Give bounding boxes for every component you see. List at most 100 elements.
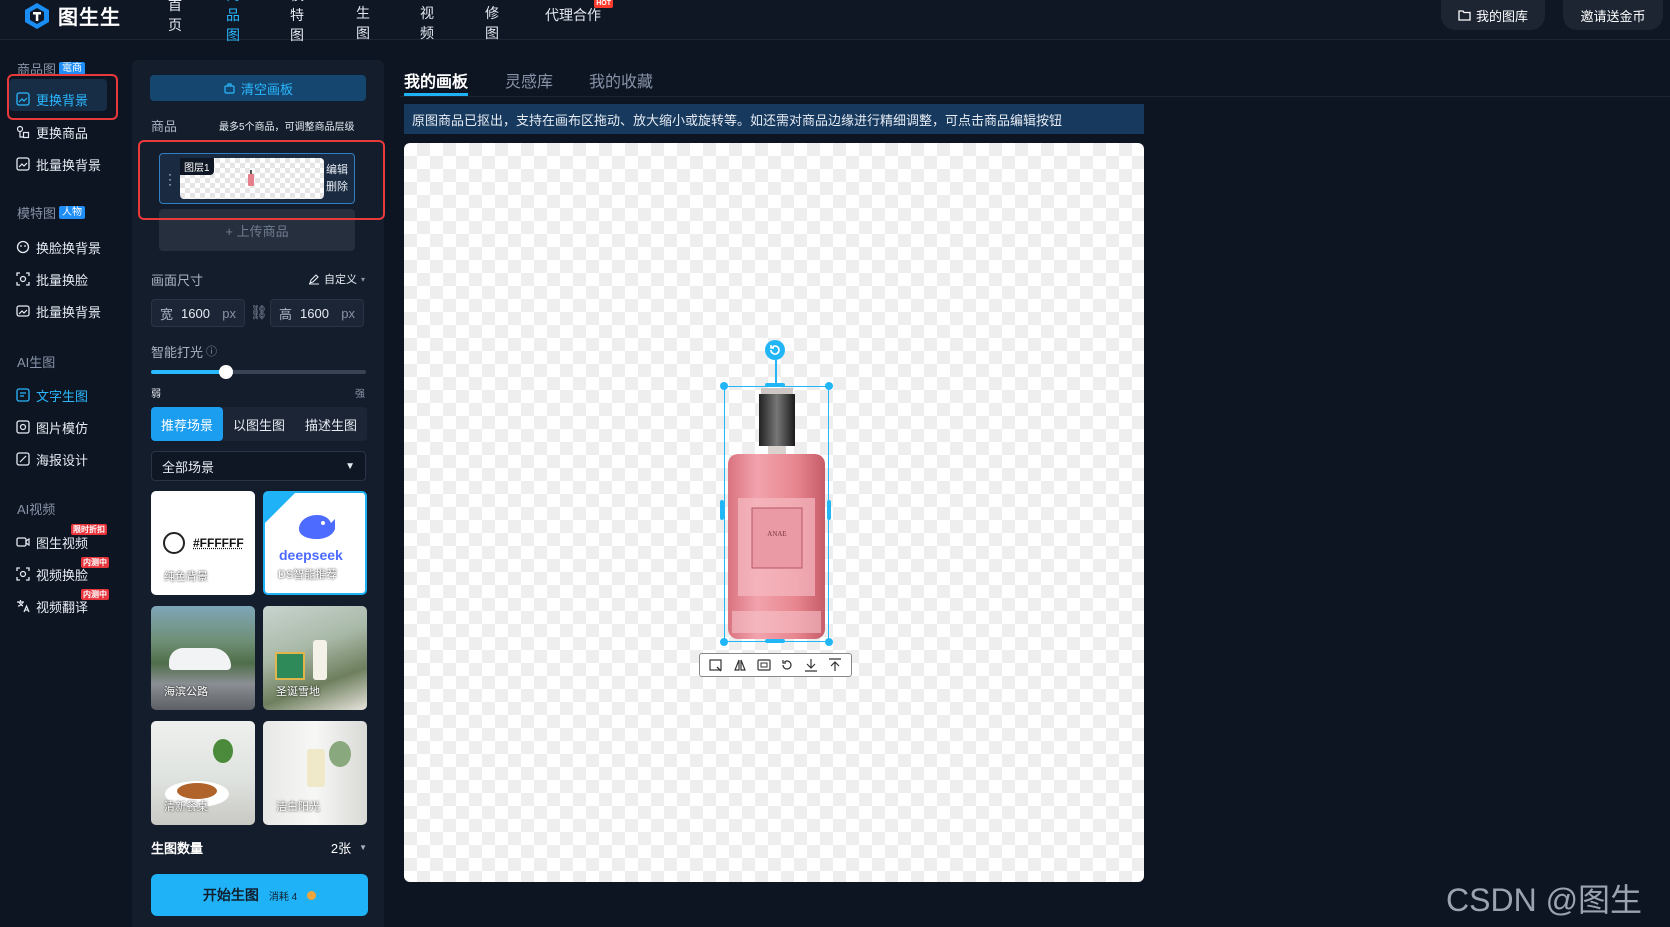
nav-model-image[interactable]: 模特图 xyxy=(290,0,304,45)
sidebar-item-label: 海报设计 xyxy=(36,452,89,468)
text-image-icon xyxy=(16,388,30,402)
face-scan-icon xyxy=(16,567,30,581)
scene-label: 洁白阳光 xyxy=(276,801,320,813)
scene-tile-fresh-table[interactable]: 清新餐桌 xyxy=(151,721,255,825)
scene-tile-white-sunlight[interactable]: 洁白阳光 xyxy=(263,721,367,825)
output-count-row: 生图数量 2张 ▼ xyxy=(151,838,367,857)
nav-partner[interactable]: 代理合作 HOT xyxy=(545,0,613,25)
resize-handle-bottom-left[interactable] xyxy=(720,638,728,646)
scene-tile-coastal-road[interactable]: 海滨公路 xyxy=(151,606,255,710)
width-unit: px xyxy=(222,305,236,321)
resize-handle-left[interactable] xyxy=(720,500,724,520)
product-swap-icon xyxy=(16,125,30,139)
resize-handle-top-right[interactable] xyxy=(825,382,833,390)
sidebar-item-text-to-image[interactable]: 文字生图 xyxy=(16,383,112,407)
tab-describe-image[interactable]: 描述生图 xyxy=(295,407,367,441)
tab-inspiration[interactable]: 灵感库 xyxy=(505,68,553,92)
eraser-icon xyxy=(224,82,235,94)
my-gallery-label: 我的图库 xyxy=(1475,8,1528,24)
scene-tile-ds-recommend[interactable]: deepseek DS智能推荐 xyxy=(263,491,367,595)
nav-ai-video[interactable]: AI视频 xyxy=(420,0,434,43)
output-count-value: 2张 xyxy=(330,841,352,856)
start-generate-button[interactable]: 开始生图 消耗 4 xyxy=(151,874,368,916)
scene-label: DS智能推荐 xyxy=(278,569,338,581)
sidebar-item-label: 换脸换背景 xyxy=(36,240,102,256)
output-count-label: 生图数量 xyxy=(151,841,204,856)
layer-up-icon[interactable] xyxy=(828,658,842,672)
batch-image-icon xyxy=(16,305,30,317)
batch-image-icon xyxy=(16,157,30,171)
help-icon[interactable]: ⓘ xyxy=(206,343,217,359)
resize-handle-top-left[interactable] xyxy=(720,382,728,390)
sidebar-group-model: 模特图 人物 xyxy=(17,203,86,222)
bottle-shape xyxy=(307,749,325,787)
watermark-text: CSDN @图生生 xyxy=(1446,882,1643,918)
brand-logo[interactable]: 图生生 xyxy=(24,1,121,30)
chevron-down-icon: ▼ xyxy=(359,843,367,852)
width-label: 宽 xyxy=(160,306,174,322)
chevron-down-icon: ▾ xyxy=(361,274,366,284)
scene-label: 海滨公路 xyxy=(164,686,208,698)
products-label: 商品 xyxy=(151,119,178,134)
sidebar-item-image-imitate[interactable]: 图片模仿 xyxy=(16,415,112,439)
width-field[interactable]: 宽 1600 px xyxy=(151,299,245,327)
link-icon[interactable]: ⛓ xyxy=(250,304,268,321)
scene-filter-select[interactable]: 全部场景 ▼ xyxy=(151,451,366,481)
coin-icon xyxy=(307,890,317,900)
height-field[interactable]: 高 1600 px xyxy=(270,299,364,327)
top-navbar: 图生生 首页 商品图 模特图 AI生图 AI视频 AI修图 代理合作 HOT 我… xyxy=(0,0,1670,43)
beta-badge: 内测中 xyxy=(81,557,109,568)
clear-canvas-button[interactable]: 清空画板 xyxy=(150,75,366,101)
sidebar-group-ai-image: AI生图 xyxy=(17,352,55,371)
nav-ai-retouch[interactable]: AI修图 xyxy=(485,0,499,43)
face-swap-icon xyxy=(16,240,30,254)
strong-label: 强 xyxy=(355,389,365,400)
sidebar-item-batch-background-model[interactable]: 批量换背景 xyxy=(16,299,112,323)
video-camera-icon xyxy=(16,537,30,547)
weak-label: 弱 xyxy=(151,389,161,400)
sidebar-item-label: 批量换背景 xyxy=(36,157,102,173)
sidebar-item-change-product[interactable]: 更换商品 xyxy=(16,120,112,144)
canvas-size-label: 画面尺寸 xyxy=(151,273,204,288)
nav-home[interactable]: 首页 xyxy=(168,0,182,35)
resize-handle-bottom[interactable] xyxy=(765,639,785,643)
tab-recommended-scenes[interactable]: 推荐场景 xyxy=(151,407,223,441)
scene-tile-christmas-snow[interactable]: 圣诞雪地 xyxy=(263,606,367,710)
invite-label: 邀请送金币 xyxy=(1580,8,1646,24)
car-shape xyxy=(169,648,231,670)
tab-my-canvas[interactable]: 我的画板 xyxy=(404,68,468,92)
reset-rotate-icon[interactable] xyxy=(780,658,794,672)
layer-down-icon[interactable] xyxy=(804,658,818,672)
output-count-select[interactable]: 2张 ▼ xyxy=(331,838,367,857)
pencil-icon xyxy=(309,274,319,285)
tab-favorites[interactable]: 我的收藏 xyxy=(589,68,653,92)
nav-product-image[interactable]: 商品图 xyxy=(226,0,240,45)
invite-button[interactable]: 邀请送金币 xyxy=(1563,0,1663,30)
width-value: 1600 xyxy=(181,305,210,321)
custom-size-label: 自定义 xyxy=(324,274,357,286)
image-copy-icon xyxy=(16,420,30,434)
beta-badge: 内测中 xyxy=(81,589,109,600)
plant-shape xyxy=(213,739,233,763)
resize-handle-bottom-right[interactable] xyxy=(825,638,833,646)
poster-icon xyxy=(16,452,30,466)
fit-frame-icon[interactable] xyxy=(756,658,771,672)
sidebar-item-batch-background[interactable]: 批量换背景 xyxy=(16,152,112,176)
logo-icon xyxy=(25,2,49,29)
nav-ai-generate[interactable]: AI生图 xyxy=(356,0,370,43)
sidebar-item-batch-face[interactable]: 批量换脸 xyxy=(16,267,112,291)
face-scan-icon xyxy=(16,272,30,286)
flip-icon[interactable] xyxy=(733,658,747,672)
scene-tile-solid-color[interactable]: #FFFFFF 纯色背景 xyxy=(151,491,255,595)
selection-frame[interactable] xyxy=(724,386,829,642)
sidebar-item-poster-design[interactable]: 海报设计 xyxy=(16,447,112,471)
limited-discount-badge: 限时折扣 xyxy=(71,524,107,535)
custom-size-dropdown[interactable]: 自定义 ▾ xyxy=(308,271,365,287)
my-gallery-button[interactable]: 我的图库 xyxy=(1441,0,1545,30)
crop-edit-icon[interactable] xyxy=(709,658,723,672)
tab-image-to-image[interactable]: 以图生图 xyxy=(223,407,295,441)
resize-handle-right[interactable] xyxy=(827,500,831,520)
sidebar-item-face-background[interactable]: 换脸换背景 xyxy=(16,235,112,259)
rotate-handle[interactable] xyxy=(765,340,785,360)
sidebar-item-label: 图生视频 xyxy=(36,535,89,551)
